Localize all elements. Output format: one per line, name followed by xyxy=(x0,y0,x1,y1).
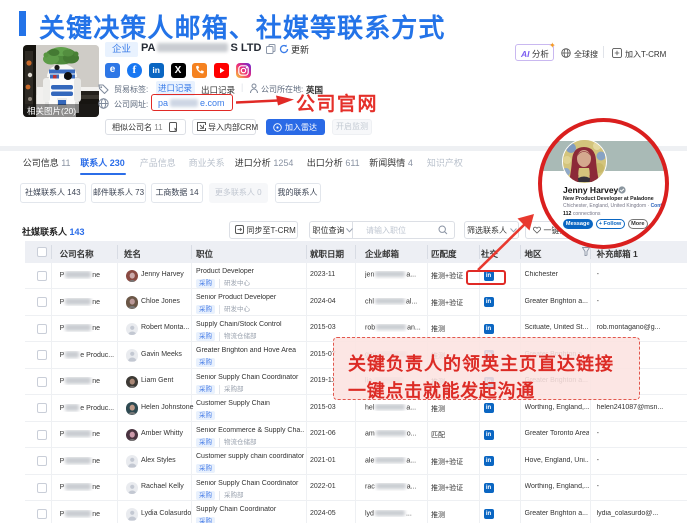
svg-text:相关图片(20): 相关图片(20) xyxy=(27,106,76,116)
